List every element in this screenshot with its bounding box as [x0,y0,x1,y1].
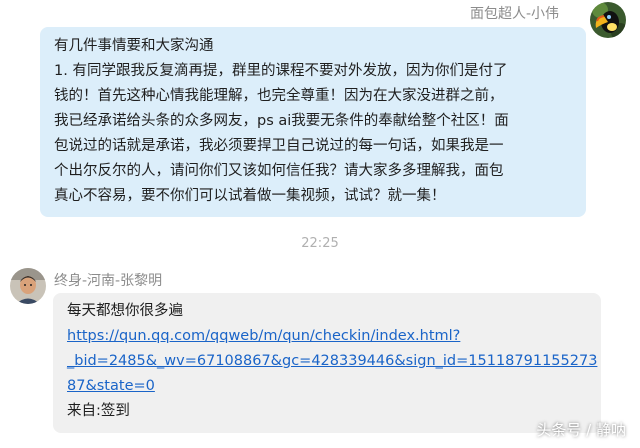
message-line: 钱的！首先这种心情我能理解，也完全尊重！因为在大家没进群之前， [54,88,504,104]
message-source: 来自:签到 [67,403,130,419]
message-line: 个出尔反尔的人，请问你们又该如何信任我？请大家多多理解我，面包 [54,163,504,179]
self-avatar[interactable] [590,2,626,38]
message-timestamp: 22:25 [301,236,339,251]
checkin-link-line[interactable]: 87&state=0 [67,374,589,399]
toucan-avatar-icon [590,2,626,38]
other-message-bubble[interactable]: 每天都想你很多遍 https://qun.qq.com/qqweb/m/qun/… [53,293,601,433]
message-line: 我已经承诺给头条的众多网友，ps ai我要无条件的奉献给整个社区！面 [54,113,509,129]
message-line: 真心不容易，要不你们可以试着做一集视频，试试？就一集！ [54,188,446,204]
self-sender-name: 面包超人-小伟 [470,6,560,22]
message-line: 包说过的话就是承诺，我必须要捍卫自己说过的每一句话，如果我是一 [54,138,504,154]
self-message-bubble[interactable]: 有几件事情要和大家沟通 1. 有同学跟我反复滴再提，群里的课程不要对外发放，因为… [40,27,586,217]
checkin-link-line[interactable]: https://qun.qq.com/qqweb/m/qun/checkin/i… [67,324,589,349]
message-text: 每天都想你很多遍 [67,303,183,319]
message-line: 1. 有同学跟我反复滴再提，群里的课程不要对外发放，因为你们是付了 [54,63,508,79]
other-avatar[interactable] [10,268,46,304]
message-line: 有几件事情要和大家沟通 [54,38,214,54]
person-avatar-icon [10,268,46,304]
other-sender-name: 终身-河南-张黎明 [54,273,163,289]
watermark: 头条号 / 静呐 [536,421,626,439]
checkin-link-line[interactable]: _bid=2485&_wv=67108867&gc=428339446&sign… [67,349,597,374]
